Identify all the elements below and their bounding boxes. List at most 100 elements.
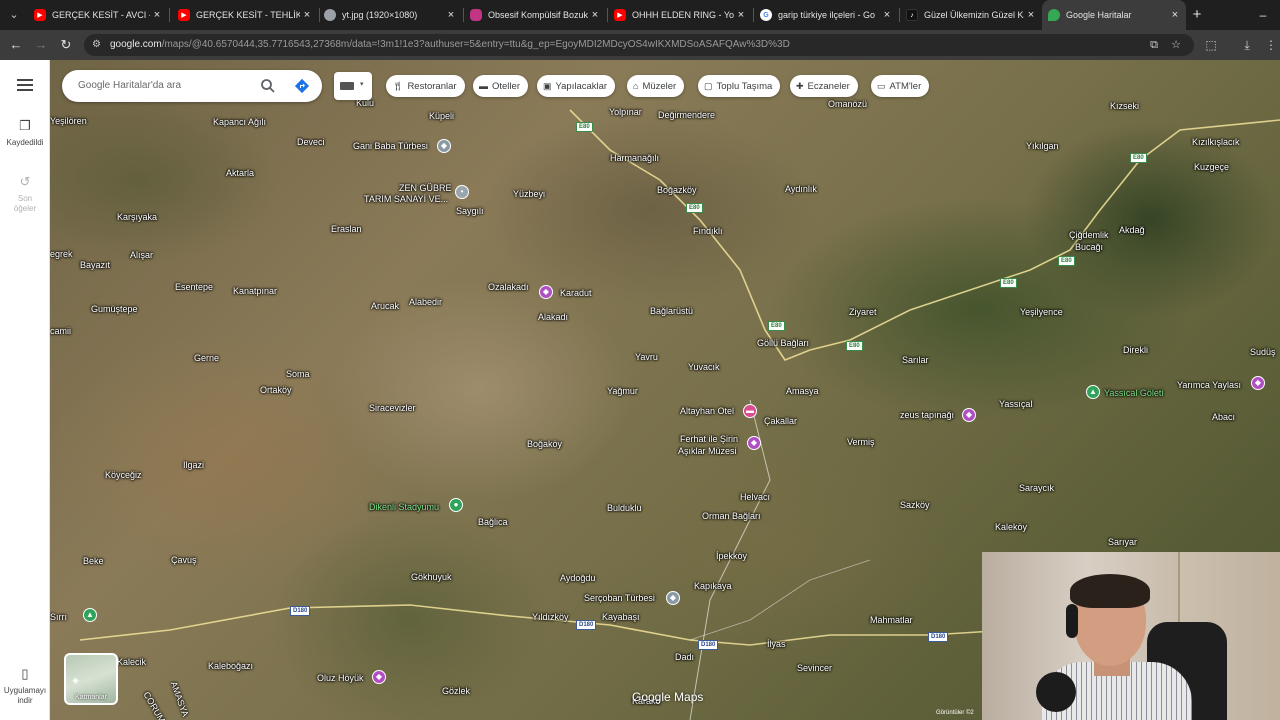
close-tab-icon[interactable]: × [1024, 9, 1038, 21]
back-arrow-icon[interactable]: ← [7, 36, 25, 54]
tab-4[interactable]: ▶ OHHH ELDEN RING - You × [608, 0, 752, 30]
tab-6[interactable]: ♪ Güzel Ülkemizin Güzel Ka × [900, 0, 1042, 30]
place-label: Orman Bağları [702, 511, 761, 521]
place-label: Eraslan [331, 224, 362, 234]
museum-icon: ⌂ [633, 81, 639, 91]
camera-icon: ▣ [543, 80, 552, 91]
instagram-icon [470, 9, 482, 21]
place-label: Gerne [194, 353, 220, 363]
microphone-icon [1036, 672, 1076, 712]
tab-2[interactable]: yt.jpg (1920×1080) × [318, 0, 462, 30]
place-label: Boğazköy [657, 185, 697, 195]
tab-5[interactable]: G garip türkiye ilçeleri - Go × [754, 0, 898, 30]
park-marker-icon[interactable]: ▲ [83, 608, 97, 622]
place-label: Akdağ [1119, 225, 1145, 235]
place-label: Gani Baba Türbesi [353, 141, 428, 151]
museum-marker-icon[interactable]: ◆ [962, 408, 976, 422]
search-box[interactable]: Google Haritalar'da ara [62, 70, 322, 102]
place-label: Ziyaret [849, 307, 877, 317]
globe-icon [324, 9, 336, 21]
menu-dots-icon[interactable]: ⋮ [1262, 36, 1280, 54]
tab-1[interactable]: ▶ GERÇEK KESİT - TEHLİKELİ × [172, 0, 318, 30]
search-icon[interactable] [260, 78, 276, 94]
mosque-marker-icon[interactable]: ◆ [437, 139, 451, 153]
tab-3[interactable]: Obsesif Kompülsif Bozukl × [464, 0, 606, 30]
phone-icon: ▯ [21, 666, 29, 681]
get-app-button[interactable]: ▯ Uygulamayı indir [0, 666, 50, 706]
place-marker-icon[interactable]: • [455, 185, 469, 199]
forward-arrow-icon[interactable]: → [32, 36, 50, 54]
road-shield-e80: E80 [768, 321, 785, 331]
chip-things-to-do[interactable]: ▣ Yapılacaklar [537, 75, 616, 97]
road-shield-d180: D180 [928, 632, 949, 642]
chip-museums[interactable]: ⌂ Müzeler [627, 75, 685, 97]
url-text[interactable]: google.com/maps/@40.6570444,35.7716543,2… [110, 34, 1140, 56]
layers-button[interactable]: ◈ Katmanlar [64, 653, 118, 705]
site-settings-icon[interactable]: ⚙ [92, 37, 106, 53]
museum-marker-icon[interactable]: ◆ [1251, 376, 1265, 390]
place-label: Gökhuyuk [411, 572, 452, 582]
minimize-icon[interactable]: – [1248, 0, 1278, 30]
park-marker-icon[interactable]: ▲ [1086, 385, 1100, 399]
hotel-marker-icon[interactable]: ▬ [743, 404, 757, 418]
input-tools-button[interactable]: ▾ [334, 72, 372, 100]
place-label: Yavru [635, 352, 658, 362]
atm-icon: ▭ [877, 80, 886, 91]
chip-atms[interactable]: ▭ ATM'ler [871, 75, 930, 97]
chip-transit[interactable]: ▢ Toplu Taşıma [698, 75, 781, 97]
close-tab-icon[interactable]: × [300, 9, 314, 21]
fork-knife-icon: 🍴︎ [392, 80, 404, 91]
tomb-marker-icon[interactable]: ◆ [666, 591, 680, 605]
chip-pharmacies[interactable]: ✚ Eczaneler [790, 75, 858, 97]
place-label: Göllü Bağları [757, 338, 810, 348]
download-icon[interactable]: ⤓ [1238, 36, 1256, 54]
place-label: Fındıklı [693, 226, 723, 236]
tab-search-chevron-icon[interactable]: ⌄ [4, 5, 24, 25]
bookmark-star-icon[interactable]: ☆ [1168, 37, 1184, 53]
recent-button[interactable]: ↺ Son öğeler [0, 174, 50, 214]
place-label: Yeşilören [50, 116, 87, 126]
place-label: Yağmur [607, 386, 638, 396]
close-tab-icon[interactable]: × [444, 9, 458, 21]
landmark-marker-icon[interactable]: ◆ [372, 670, 386, 684]
place-label: ZEN GÜBRE [399, 183, 452, 193]
chevron-down-icon: ▾ [360, 81, 364, 88]
place-label: Kaleboğazı [208, 661, 254, 671]
chip-restaurants[interactable]: 🍴︎ Restoranlar [386, 75, 465, 97]
place-label: Kayabaşı [602, 612, 640, 622]
chip-hotels[interactable]: ▬ Oteller [473, 75, 528, 97]
place-label: Yıldızköy [532, 612, 569, 622]
keyboard-icon [340, 82, 354, 90]
extensions-icon[interactable]: ⬚ [1202, 36, 1220, 54]
install-app-icon[interactable]: ⧉ [1146, 37, 1162, 53]
road-shield-d180: D180 [576, 620, 597, 630]
close-tab-icon[interactable]: × [150, 9, 164, 21]
place-label: Kapıkaya [694, 581, 732, 591]
reload-icon[interactable]: ↻ [57, 36, 75, 54]
landmark-marker-icon[interactable]: ◆ [539, 285, 553, 299]
place-label: Sarıyar [1108, 537, 1138, 547]
pharmacy-icon: ✚ [796, 80, 804, 91]
close-tab-icon[interactable]: × [880, 9, 894, 21]
saved-button[interactable]: ❐ Kaydedildi [0, 118, 50, 148]
address-bar[interactable]: ⚙ google.com/maps/@40.6570444,35.7716543… [84, 34, 1194, 56]
tab-0[interactable]: ▶ GERÇEK KESİT - AVCI - Yo × [28, 0, 168, 30]
stadium-marker-icon[interactable]: ● [449, 498, 463, 512]
close-tab-icon[interactable]: × [588, 9, 602, 21]
directions-icon[interactable] [294, 78, 310, 94]
search-input[interactable]: Google Haritalar'da ara [78, 70, 181, 102]
road-shield-e80: E80 [1058, 256, 1075, 266]
place-label: Bağlarüstü [650, 306, 694, 316]
road-shield-e80: E80 [576, 122, 593, 132]
place-label: Alakadı [538, 312, 569, 322]
close-tab-icon[interactable]: × [734, 9, 748, 21]
place-label: Sevincer [797, 663, 833, 673]
hamburger-menu-icon[interactable] [13, 76, 37, 96]
museum-marker-icon[interactable]: ◆ [747, 436, 761, 450]
close-tab-icon[interactable]: × [1168, 9, 1182, 21]
person-hair [1070, 574, 1150, 608]
road-shield-e80: E80 [1130, 153, 1147, 163]
tab-7-active[interactable]: Google Haritalar × [1042, 0, 1186, 30]
place-label: Köyceğiz [105, 470, 142, 480]
new-tab-plus-icon[interactable]: + [1188, 5, 1206, 25]
